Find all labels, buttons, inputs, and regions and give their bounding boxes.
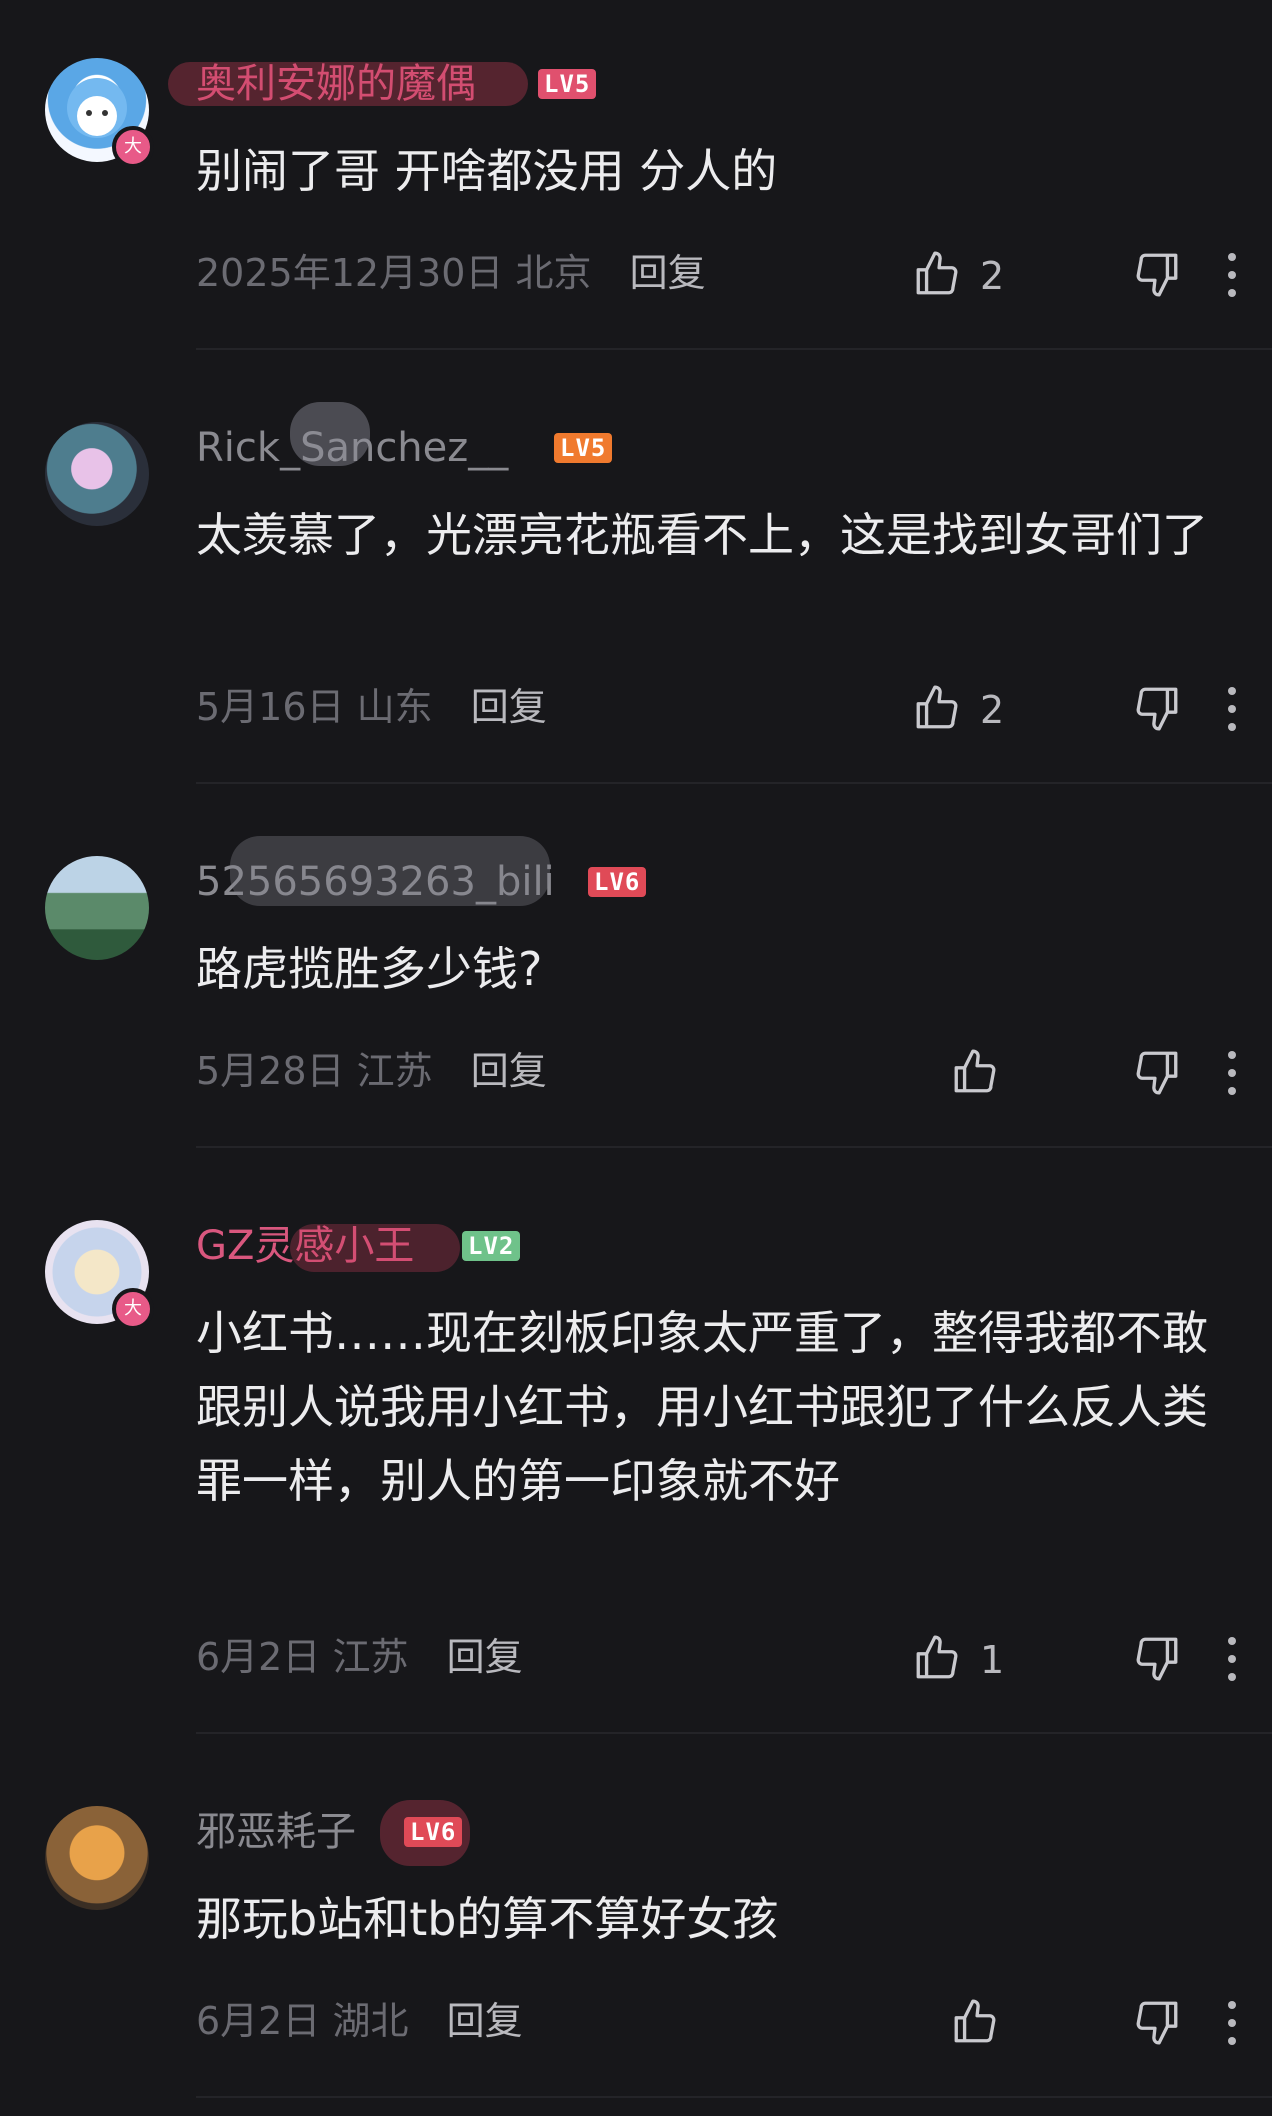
level-badge: LV6 (404, 1817, 463, 1847)
reply-button[interactable]: 回复 (630, 251, 706, 295)
comment-date: 6月2日 (196, 1635, 321, 1679)
like-button[interactable]: 2 (912, 683, 1004, 737)
avatar[interactable] (45, 422, 149, 526)
avatar-badge: 大 (112, 1288, 154, 1330)
more-vertical-icon[interactable] (1226, 683, 1238, 733)
level-badge: LV5 (538, 69, 597, 99)
like-button[interactable]: 2 (912, 249, 1004, 303)
comment-date: 5月16日 (196, 685, 345, 729)
divider (196, 1732, 1272, 1734)
dislike-button[interactable] (1132, 1047, 1182, 1101)
thumbs-up-icon (950, 1997, 1000, 2051)
like-button[interactable]: 1 (912, 1633, 1004, 1687)
comment-date: 6月2日 (196, 1999, 321, 2043)
thumbs-up-icon (950, 1047, 1000, 1101)
username[interactable]: GZ灵感小王 (196, 1220, 414, 1272)
comment-actions: 2 (912, 678, 1272, 738)
thumbs-down-icon (1132, 1637, 1182, 1687)
comment-date: 5月28日 (196, 1049, 345, 1093)
more-vertical-icon[interactable] (1226, 249, 1238, 299)
dislike-button[interactable] (1132, 683, 1182, 737)
username[interactable]: 52565693263_bili (196, 856, 555, 908)
comment-meta: 2025年12月30日 北京 回复 (196, 248, 706, 298)
comment-text: 小红书……现在刻板印象太严重了，整得我都不敢跟别人说我用小红书，用小红书跟犯了什… (196, 1306, 1208, 1508)
divider (196, 1146, 1272, 1148)
comment-text: 那玩b站和tb的算不算好女孩 (196, 1892, 779, 1946)
like-count: 2 (980, 254, 1005, 298)
comment-text: 别闹了哥 开啥都没用 分人的 (196, 144, 778, 198)
comment-text: 路虎揽胜多少钱? (196, 942, 543, 996)
comment-text: 太羡慕了，光漂亮花瓶看不上，这是找到女哥们了 (196, 508, 1208, 562)
avatar[interactable] (45, 1806, 149, 1910)
more-vertical-icon[interactable] (1226, 1047, 1238, 1097)
more-vertical-icon[interactable] (1226, 1997, 1238, 2047)
username[interactable]: 邪恶耗子 (196, 1806, 356, 1858)
level-badge: LV6 (588, 867, 647, 897)
reply-button[interactable]: 回复 (447, 1999, 523, 2043)
comment-meta: 5月28日 江苏 回复 (196, 1046, 547, 1096)
like-button[interactable] (950, 1997, 1018, 2051)
thumbs-down-icon (1132, 253, 1182, 303)
comment-location: 北京 (515, 251, 592, 295)
thumbs-down-icon (1132, 2001, 1182, 2051)
divider (196, 782, 1272, 784)
avatar[interactable] (45, 856, 149, 960)
comment-actions (912, 1992, 1272, 2052)
username[interactable]: 奥利安娜的魔偶 (196, 58, 476, 110)
thumbs-up-icon (912, 683, 962, 737)
thumbs-up-icon (912, 1633, 962, 1687)
comment-location: 江苏 (356, 1049, 433, 1093)
username[interactable]: Rick_Sanchez__ (196, 422, 508, 474)
dislike-button[interactable] (1132, 249, 1182, 303)
like-button[interactable] (950, 1047, 1018, 1101)
more-vertical-icon[interactable] (1226, 1633, 1238, 1683)
dislike-button[interactable] (1132, 1633, 1182, 1687)
divider (196, 2096, 1272, 2098)
like-count: 2 (980, 688, 1005, 732)
reply-button[interactable]: 回复 (447, 1635, 523, 1679)
thumbs-up-icon (912, 249, 962, 303)
thumbs-down-icon (1132, 687, 1182, 737)
comment-meta: 5月16日 山东 回复 (196, 682, 547, 732)
reply-button[interactable]: 回复 (471, 1049, 547, 1093)
dislike-button[interactable] (1132, 1997, 1182, 2051)
comment-actions: 1 (912, 1628, 1272, 1688)
thumbs-down-icon (1132, 1051, 1182, 1101)
level-badge: LV5 (554, 433, 613, 463)
avatar-badge: 大 (112, 126, 154, 168)
comment-meta: 6月2日 湖北 回复 (196, 1996, 523, 2046)
comment-date: 2025年12月30日 (196, 251, 504, 295)
like-count: 1 (980, 1638, 1005, 1682)
comment-meta: 6月2日 江苏 回复 (196, 1632, 523, 1682)
level-badge: LV2 (462, 1231, 521, 1261)
comment-actions: 2 (912, 244, 1272, 304)
comment-actions (912, 1042, 1272, 1102)
comment-location: 湖北 (332, 1999, 409, 2043)
divider (196, 348, 1272, 350)
comment-location: 江苏 (332, 1635, 409, 1679)
comment-location: 山东 (356, 685, 433, 729)
reply-button[interactable]: 回复 (471, 685, 547, 729)
